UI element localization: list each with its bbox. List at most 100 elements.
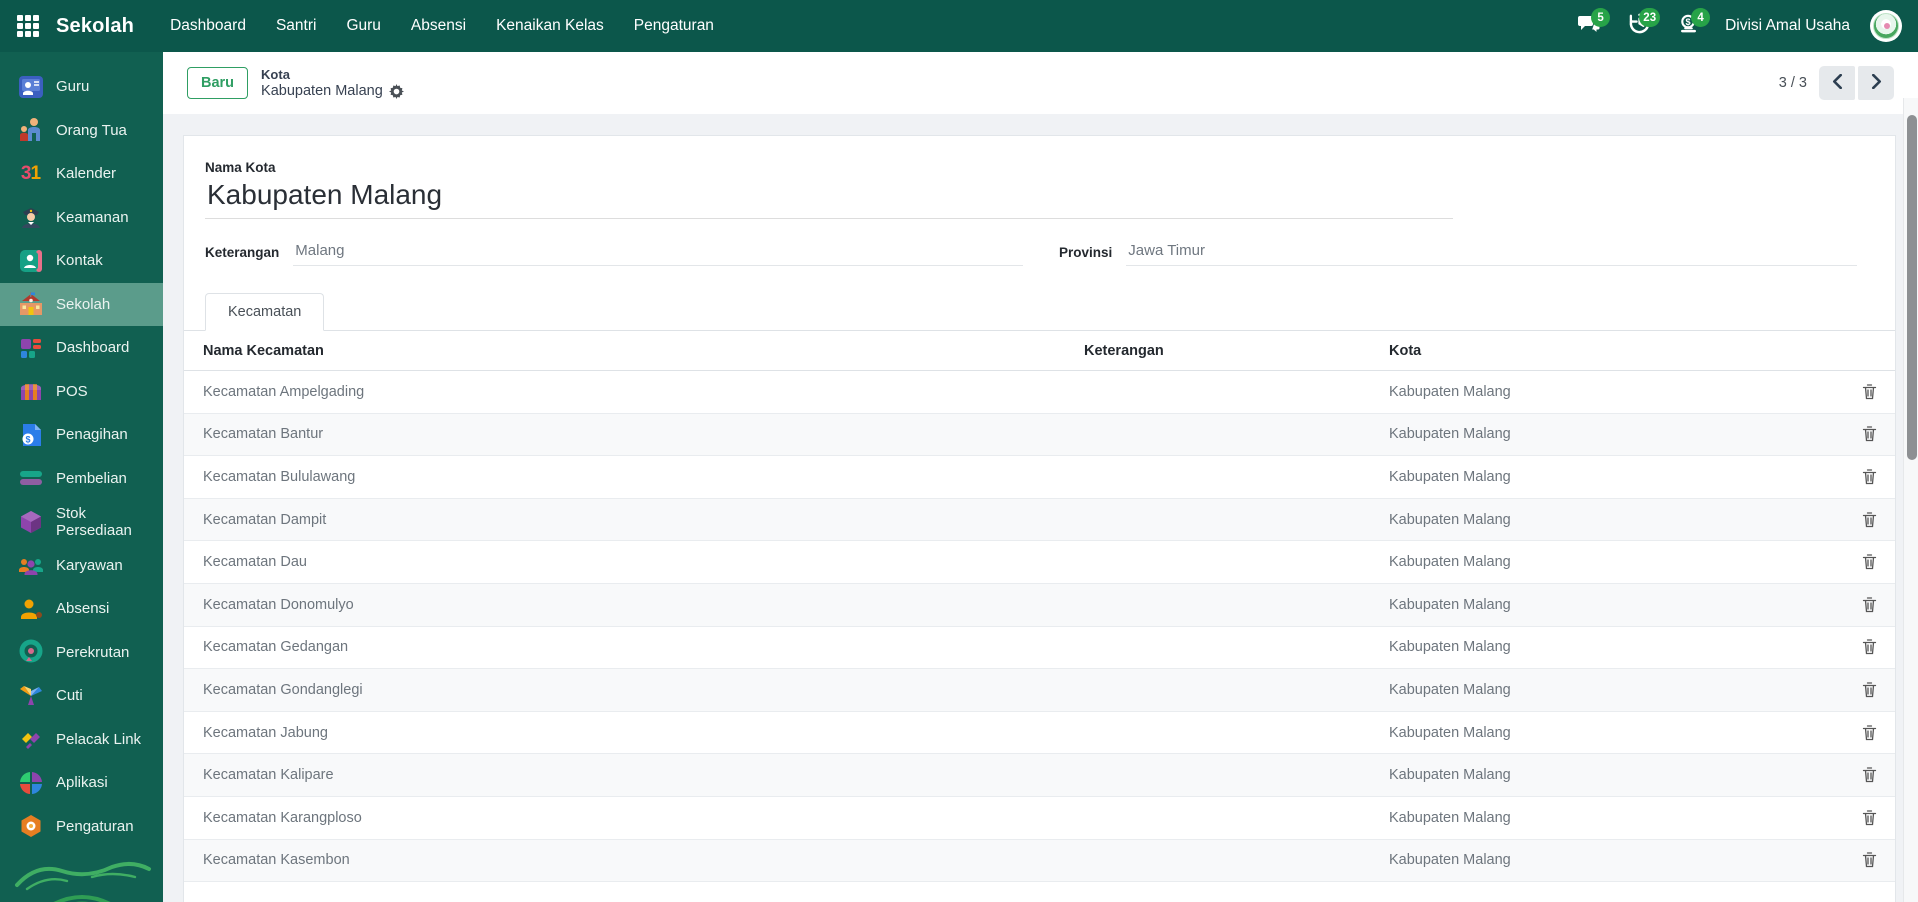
delete-row-button[interactable] — [1837, 510, 1879, 530]
nama-kota-input[interactable] — [205, 175, 1453, 219]
delete-row-button[interactable] — [1837, 552, 1879, 572]
sidebar-item-sekolah[interactable]: Sekolah — [0, 282, 163, 326]
kota-cell[interactable]: Kabupaten Malang — [1389, 852, 1837, 868]
kecamatan-name-cell[interactable]: Kecamatan Bantur — [203, 426, 1084, 442]
table-row[interactable]: Kecamatan Dampit Kabupaten Malang — [184, 498, 1895, 542]
column-header-keterangan[interactable]: Keterangan — [1084, 343, 1389, 359]
delete-row-button[interactable] — [1837, 424, 1879, 444]
kecamatan-name-cell[interactable]: Kecamatan Karangploso — [203, 810, 1084, 826]
table-row[interactable]: Kecamatan Dau Kabupaten Malang — [184, 541, 1895, 584]
table-row[interactable]: Kecamatan Kasembon Kabupaten Malang — [184, 839, 1895, 883]
delete-row-button[interactable] — [1837, 467, 1879, 487]
kecamatan-name-cell[interactable]: Kecamatan Dampit — [203, 512, 1084, 528]
sidebar-item-aplikasi[interactable]: Aplikasi — [0, 761, 163, 805]
sidebar-item-karyawan[interactable]: Karyawan — [0, 544, 163, 588]
sidebar-item-pembelian[interactable]: Pembelian — [0, 457, 163, 501]
provinsi-input[interactable] — [1126, 239, 1857, 266]
kota-cell[interactable]: Kabupaten Malang — [1389, 682, 1837, 698]
calendar-31-icon: 31 — [20, 162, 41, 184]
delete-row-button[interactable] — [1837, 850, 1879, 870]
kecamatan-name-cell[interactable]: Kecamatan Kasembon — [203, 852, 1084, 868]
delete-row-button[interactable] — [1837, 808, 1879, 828]
delete-row-button[interactable] — [1837, 382, 1879, 402]
user-menu[interactable]: Divisi Amal Usaha — [1725, 17, 1850, 35]
kecamatan-name-cell[interactable]: Kecamatan Bululawang — [203, 469, 1084, 485]
nav-item-kenaikan-kelas[interactable]: Kenaikan Kelas — [484, 9, 616, 43]
sidebar-item-absensi[interactable]: Absensi — [0, 587, 163, 631]
sidebar-item-perekrutan[interactable]: Perekrutan — [0, 631, 163, 675]
table-row[interactable]: Kecamatan Gondanglegi Kabupaten Malang — [184, 669, 1895, 712]
kota-cell[interactable]: Kabupaten Malang — [1389, 597, 1837, 613]
kecamatan-name-cell[interactable]: Kecamatan Dau — [203, 554, 1084, 570]
kota-cell[interactable]: Kabupaten Malang — [1389, 810, 1837, 826]
apps-grid-icon[interactable] — [17, 15, 39, 37]
table-row[interactable]: Kecamatan Ampelgading Kabupaten Malang — [184, 371, 1895, 414]
table-row[interactable]: Kecamatan Donomulyo Kabupaten Malang — [184, 583, 1895, 627]
nav-item-guru[interactable]: Guru — [334, 9, 392, 43]
delete-row-button[interactable] — [1837, 637, 1879, 657]
nav-item-dashboard[interactable]: Dashboard — [158, 9, 258, 43]
delete-row-button[interactable] — [1837, 765, 1879, 785]
table-row[interactable]: Kecamatan Gedangan Kabupaten Malang — [184, 627, 1895, 670]
nav-item-santri[interactable]: Santri — [264, 9, 329, 43]
sidebar-item-kontak[interactable]: Kontak — [0, 239, 163, 283]
pager-previous-button[interactable] — [1819, 66, 1855, 100]
messages-count-badge: 5 — [1591, 8, 1611, 27]
table-row[interactable]: Kecamatan Bululawang Kabupaten Malang — [184, 456, 1895, 499]
kecamatan-name-cell[interactable]: Kecamatan Gondanglegi — [203, 682, 1084, 698]
sidebar-item-stok-persediaan[interactable]: Stok Persediaan — [0, 500, 163, 544]
nav-item-pengaturan[interactable]: Pengaturan — [622, 9, 726, 43]
sidebar-item-pengaturan[interactable]: Pengaturan — [0, 805, 163, 849]
kota-cell[interactable]: Kabupaten Malang — [1389, 725, 1837, 741]
activities-button[interactable]: 23 — [1621, 8, 1661, 43]
app-name[interactable]: Sekolah — [56, 15, 134, 38]
nav-item-absensi[interactable]: Absensi — [399, 9, 478, 43]
navbar-menu: Dashboard Santri Guru Absensi Kenaikan K… — [158, 9, 726, 43]
messages-button[interactable]: 5 — [1571, 8, 1611, 43]
pager-next-button[interactable] — [1858, 66, 1894, 100]
action-gear-icon[interactable] — [388, 83, 404, 99]
tab-kecamatan[interactable]: Kecamatan — [205, 293, 325, 331]
kecamatan-name-cell[interactable]: Kecamatan Jabung — [203, 725, 1084, 741]
column-header-kota[interactable]: Kota — [1389, 343, 1837, 359]
breadcrumb-parent-kota[interactable]: Kota — [261, 67, 404, 82]
sidebar-item-dashboard[interactable]: Dashboard — [0, 326, 163, 370]
kecamatan-name-cell[interactable]: Kecamatan Ampelgading — [203, 384, 1084, 400]
cashier-button[interactable]: $ 4 — [1671, 8, 1711, 43]
delete-row-button[interactable] — [1837, 680, 1879, 700]
user-avatar[interactable] — [1870, 10, 1902, 42]
kecamatan-name-cell[interactable]: Kecamatan Kalipare — [203, 767, 1084, 783]
kota-cell[interactable]: Kabupaten Malang — [1389, 426, 1837, 442]
sidebar-item-penagihan[interactable]: $ Penagihan — [0, 413, 163, 457]
kota-cell[interactable]: Kabupaten Malang — [1389, 767, 1837, 783]
sidebar-item-kalender[interactable]: 31 Kalender — [0, 152, 163, 196]
sidebar-item-pos[interactable]: POS — [0, 370, 163, 414]
sidebar-item-cuti[interactable]: Cuti — [0, 674, 163, 718]
new-record-button[interactable]: Baru — [187, 67, 249, 99]
kota-cell[interactable]: Kabupaten Malang — [1389, 639, 1837, 655]
keterangan-input[interactable] — [293, 239, 1023, 266]
table-row[interactable]: Kecamatan Bantur Kabupaten Malang — [184, 413, 1895, 457]
kecamatan-name-cell[interactable]: Kecamatan Donomulyo — [203, 597, 1084, 613]
delete-row-button[interactable] — [1837, 595, 1879, 615]
sidebar-item-label: Orang Tua — [56, 121, 127, 139]
vertical-scrollbar[interactable] — [1903, 98, 1918, 902]
sidebar-item-label: Absensi — [56, 600, 110, 618]
kota-cell[interactable]: Kabupaten Malang — [1389, 554, 1837, 570]
kota-cell[interactable]: Kabupaten Malang — [1389, 469, 1837, 485]
sidebar-item-guru[interactable]: Guru — [0, 65, 163, 109]
sidebar-item-pelacak-link[interactable]: Pelacak Link — [0, 718, 163, 762]
sidebar-item-orang-tua[interactable]: Orang Tua — [0, 109, 163, 153]
scrollbar-thumb[interactable] — [1907, 115, 1917, 460]
kota-cell[interactable]: Kabupaten Malang — [1389, 512, 1837, 528]
kota-cell[interactable]: Kabupaten Malang — [1389, 384, 1837, 400]
delete-row-button[interactable] — [1837, 723, 1879, 743]
table-row[interactable]: Kecamatan Karangploso Kabupaten Malang — [184, 797, 1895, 840]
table-row[interactable]: Kecamatan Kalipare Kabupaten Malang — [184, 754, 1895, 797]
sidebar-item-keamanan[interactable]: Keamanan — [0, 196, 163, 240]
column-header-nama-kecamatan[interactable]: Nama Kecamatan — [203, 343, 1084, 359]
kecamatan-name-cell[interactable]: Kecamatan Gedangan — [203, 639, 1084, 655]
sidebar-item-label: Pembelian — [56, 469, 127, 487]
sidebar-item-label: Guru — [56, 78, 90, 96]
table-row[interactable]: Kecamatan Jabung Kabupaten Malang — [184, 712, 1895, 755]
